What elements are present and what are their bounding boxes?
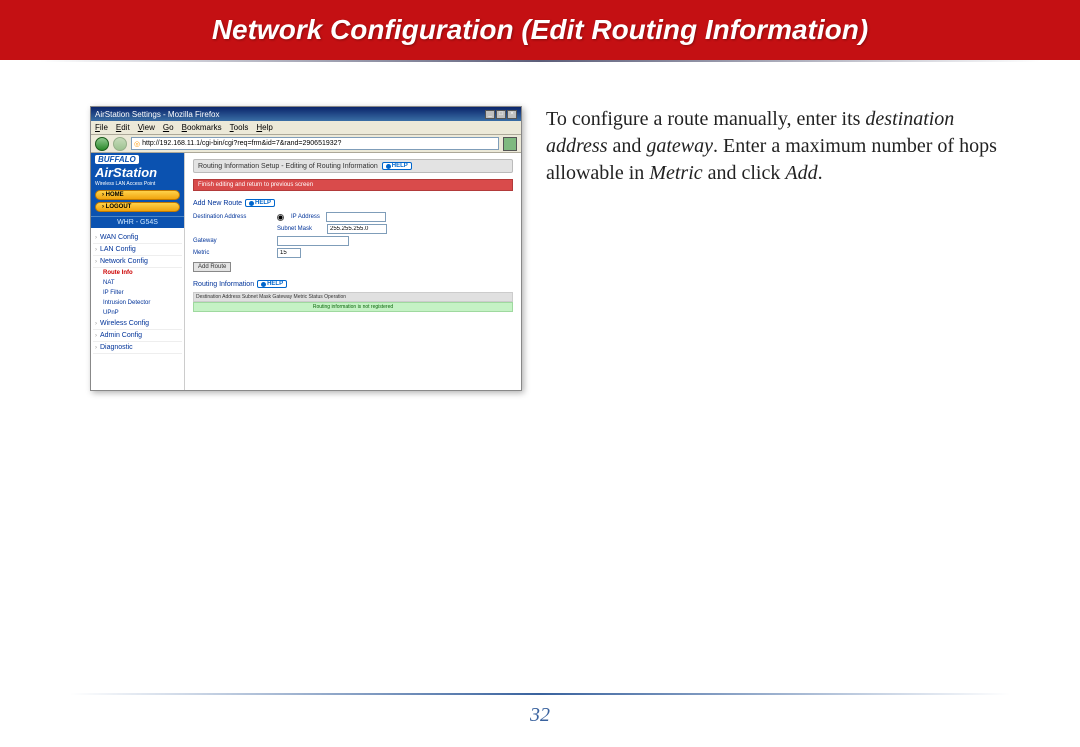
- subnet-mask-label: Subnet Mask: [277, 226, 321, 232]
- help-button[interactable]: HELP: [245, 199, 275, 207]
- add-route-button[interactable]: Add Route: [193, 262, 231, 272]
- destination-address-label: Destination Address: [193, 214, 271, 220]
- chevron-icon: ›: [95, 333, 97, 339]
- chevron-icon: ›: [95, 321, 97, 327]
- help-button[interactable]: HELP: [257, 280, 287, 288]
- forward-icon: [113, 137, 127, 151]
- metric-label: Metric: [193, 250, 271, 256]
- url-text: http://192.168.11.1/cgi-bin/cgi?req=frm&…: [142, 140, 341, 147]
- destination-address-field[interactable]: [326, 212, 386, 222]
- embedded-screenshot: AirStation Settings - Mozilla Firefox _ …: [90, 106, 522, 391]
- close-icon[interactable]: ×: [507, 110, 517, 119]
- chevron-icon: ›: [95, 345, 97, 351]
- back-icon[interactable]: [95, 137, 109, 151]
- url-field[interactable]: ◎ http://192.168.11.1/cgi-bin/cgi?req=fr…: [131, 137, 499, 150]
- nav-diagnostic[interactable]: ›Diagnostic: [93, 342, 182, 354]
- nav-wan-config[interactable]: ›WAN Config: [93, 232, 182, 244]
- menu-bookmarks[interactable]: Bookmarks: [182, 123, 222, 132]
- nav-lan-config[interactable]: ›LAN Config: [93, 244, 182, 256]
- gateway-label: Gateway: [193, 238, 271, 244]
- nav-wireless-config[interactable]: ›Wireless Config: [93, 318, 182, 330]
- metric-field[interactable]: [277, 248, 301, 258]
- nav-upnp[interactable]: UPnP: [93, 308, 182, 318]
- finish-editing-bar[interactable]: Finish editing and return to previous sc…: [193, 179, 513, 191]
- home-button[interactable]: › HOME: [95, 190, 180, 200]
- window-controls: _ □ ×: [485, 110, 517, 119]
- main-pane: Routing Information Setup - Editing of R…: [185, 153, 521, 390]
- address-bar: ◎ http://192.168.11.1/cgi-bin/cgi?req=fr…: [91, 135, 521, 153]
- chevron-icon: ›: [95, 247, 97, 253]
- radio-ip-address[interactable]: [277, 214, 284, 221]
- routing-table-empty-msg: Routing information is not registered: [193, 302, 513, 312]
- nav-ip-filter[interactable]: IP Filter: [93, 288, 182, 298]
- menu-view[interactable]: View: [138, 123, 155, 132]
- menu-tools[interactable]: Tools: [230, 123, 249, 132]
- menu-help[interactable]: Help: [256, 123, 272, 132]
- maximize-icon[interactable]: □: [496, 110, 506, 119]
- page-title: Network Configuration (Edit Routing Info…: [212, 14, 868, 46]
- menu-edit[interactable]: Edit: [116, 123, 130, 132]
- ip-address-option: IP Address: [291, 214, 320, 220]
- menu-go[interactable]: Go: [163, 123, 174, 132]
- chevron-icon: ›: [95, 259, 97, 265]
- window-titlebar: AirStation Settings - Mozilla Firefox _ …: [91, 107, 521, 121]
- nav-nat[interactable]: NAT: [93, 278, 182, 288]
- brand-buffalo: BUFFALO: [95, 155, 139, 164]
- route-form: Destination Address IP Address Subnet Ma…: [193, 211, 513, 272]
- brand-block: BUFFALO AirStation Wireless LAN Access P…: [91, 153, 184, 216]
- sidebar: BUFFALO AirStation Wireless LAN Access P…: [91, 153, 185, 390]
- instruction-text: To configure a route manually, enter its…: [546, 106, 1030, 391]
- page-number: 32: [0, 704, 1080, 727]
- page-body: AirStation Settings - Mozilla Firefox _ …: [0, 62, 1080, 391]
- model-label: WHR - G54S: [91, 216, 184, 228]
- subnet-mask-field[interactable]: [327, 224, 387, 234]
- nav-intrusion-detector[interactable]: Intrusion Detector: [93, 298, 182, 308]
- nav-admin-config[interactable]: ›Admin Config: [93, 330, 182, 342]
- breadcrumb: Routing Information Setup - Editing of R…: [193, 159, 513, 173]
- menu-bar: File Edit View Go Bookmarks Tools Help: [91, 121, 521, 135]
- nav-list: ›WAN Config ›LAN Config ›Network Config …: [91, 228, 184, 358]
- minimize-icon[interactable]: _: [485, 110, 495, 119]
- routing-information-label: Routing Information HELP: [193, 280, 513, 288]
- brand-sub: Wireless LAN Access Point: [95, 181, 180, 187]
- crumb-text: Routing Information Setup - Editing of R…: [198, 163, 378, 170]
- window-title-text: AirStation Settings - Mozilla Firefox: [95, 110, 220, 119]
- nav-network-config[interactable]: ›Network Config: [93, 256, 182, 268]
- help-button[interactable]: HELP: [382, 162, 412, 170]
- page-content: BUFFALO AirStation Wireless LAN Access P…: [91, 153, 521, 390]
- go-icon[interactable]: [503, 137, 517, 151]
- add-new-route-label: Add New Route HELP: [193, 199, 513, 207]
- nav-route-info[interactable]: Route Info: [93, 268, 182, 278]
- routing-table-header: Destination Address Subnet Mask Gateway …: [193, 292, 513, 302]
- footer-rule: [70, 693, 1010, 695]
- chevron-icon: ›: [95, 235, 97, 241]
- brand-airstation: AirStation: [95, 165, 180, 180]
- menu-file[interactable]: File: [95, 123, 108, 132]
- logout-button[interactable]: › LOGOUT: [95, 202, 180, 212]
- header-band: Network Configuration (Edit Routing Info…: [0, 0, 1080, 60]
- gateway-field[interactable]: [277, 236, 349, 246]
